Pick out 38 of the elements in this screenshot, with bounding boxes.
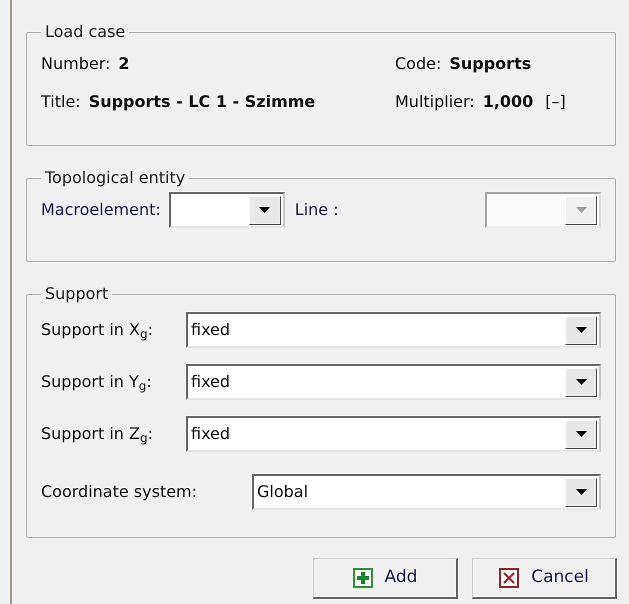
dropdown[interactable]: Global xyxy=(252,474,601,510)
field-label: Support in Y$_{g}$: xyxy=(41,371,153,394)
field-value: 2 xyxy=(118,53,130,75)
dropdown-button[interactable] xyxy=(565,478,597,506)
field-label: Multiplier: xyxy=(395,91,475,113)
field-value: Supports - LC 1 - Szimme xyxy=(88,91,316,113)
field-label: Support in X$_{g}$: xyxy=(41,319,154,342)
add-button[interactable]: Add xyxy=(313,558,458,599)
group-title: Load case xyxy=(44,21,126,43)
dropdown-button[interactable] xyxy=(565,420,597,448)
field-label: Line : xyxy=(294,199,339,221)
field-label: Number: xyxy=(41,53,110,75)
dropdown-button[interactable] xyxy=(565,368,597,396)
field-label: Support in Z$_{g}$: xyxy=(41,423,154,446)
close-icon xyxy=(499,568,520,588)
dropdown-arrow-icon xyxy=(576,379,586,385)
dropdown[interactable]: fixed xyxy=(186,364,601,400)
unit-label: [–] xyxy=(545,91,566,113)
dropdown-button[interactable] xyxy=(565,316,597,344)
dropdown-arrow-icon xyxy=(576,327,586,333)
plus-icon xyxy=(352,568,373,588)
group-title: Support xyxy=(44,283,110,305)
dropdown-button[interactable] xyxy=(248,196,281,224)
dropdown[interactable]: fixed xyxy=(186,416,601,452)
dropdown-arrow-icon xyxy=(576,489,586,495)
field-label: Coordinate system: xyxy=(41,481,198,503)
dropdown[interactable] xyxy=(168,192,285,228)
dropdown[interactable]: fixed xyxy=(186,312,601,348)
dropdown-arrow-icon xyxy=(259,207,270,213)
field-value: Supports xyxy=(449,53,532,75)
field-label: Code: xyxy=(395,53,442,75)
dropdown-arrow-icon xyxy=(576,431,586,437)
field-label: Macroelement: xyxy=(41,199,161,221)
group-title: Topological entity xyxy=(44,167,186,189)
field-value: 1,000 xyxy=(482,91,534,113)
dropdown-arrow-icon xyxy=(576,207,586,213)
field-label: Title: xyxy=(41,91,81,113)
cancel-button[interactable]: Cancel xyxy=(472,558,617,599)
